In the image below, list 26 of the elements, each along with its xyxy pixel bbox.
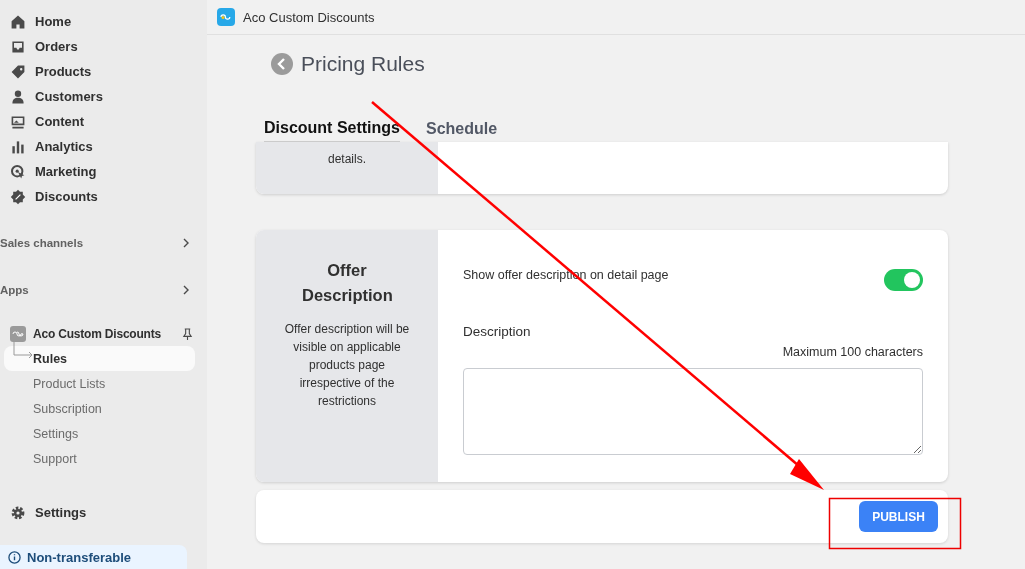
notice-text: Non-transferable <box>27 549 132 565</box>
nav-link[interactable]: Content <box>35 114 85 129</box>
card-description: details. <box>328 151 366 168</box>
publish-button[interactable]: PUBLISH <box>859 501 938 532</box>
nav-link[interactable]: Discounts <box>35 189 98 204</box>
section-heading[interactable]: Sales channels <box>0 237 84 249</box>
nav-link[interactable]: Products <box>35 64 92 79</box>
app-title: Aco Custom Discounts <box>243 9 375 25</box>
nav-link[interactable]: Orders <box>35 39 78 54</box>
sub-nav-item[interactable]: Settings <box>4 421 195 446</box>
sub-nav-item[interactable]: Support <box>4 446 195 471</box>
nav-link[interactable]: Customers <box>35 89 103 104</box>
section-heading[interactable]: Apps <box>0 284 29 296</box>
nav-link[interactable]: Analytics <box>35 139 93 154</box>
sub-nav-item[interactable]: Product Lists <box>4 371 195 396</box>
nav-link[interactable]: Settings <box>35 505 87 520</box>
character-limit-hint: Maximum 100 characters <box>782 345 923 359</box>
page-title: Pricing Rules <box>301 52 425 76</box>
tab[interactable]: Schedule <box>426 118 498 142</box>
card-title: Offer Description <box>302 260 392 306</box>
nav-link[interactable]: Marketing <box>35 164 97 179</box>
field-label: Description <box>463 324 532 339</box>
nav-link[interactable]: Home <box>35 14 72 29</box>
card-description: Offer description will be visible on applicable products page irrespective of the restrictions <box>283 321 411 410</box>
app-link[interactable]: Aco Custom Discounts <box>33 327 175 341</box>
sub-nav-item[interactable]: Subscription <box>4 396 195 421</box>
